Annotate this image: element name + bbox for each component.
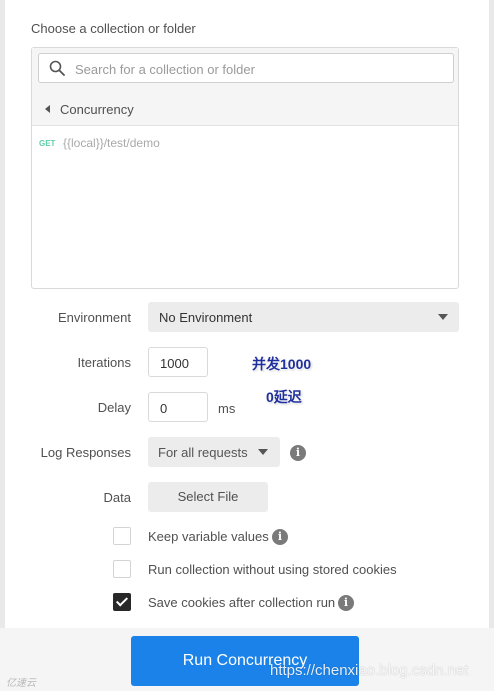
no-stored-cookies-checkbox[interactable] — [113, 560, 131, 578]
iterations-label: Iterations — [77, 355, 131, 370]
delay-label: Delay — [97, 400, 131, 415]
log-responses-label: Log Responses — [40, 445, 131, 460]
collection-search-area: Search for a collection or folder Concur… — [32, 48, 458, 126]
search-placeholder: Search for a collection or folder — [75, 62, 255, 77]
checkmark-icon — [115, 594, 129, 607]
folder-breadcrumb[interactable]: Concurrency — [45, 100, 134, 118]
window-frame-right — [489, 0, 494, 691]
save-cookies-checkbox[interactable] — [113, 593, 131, 611]
keep-variable-values-checkbox[interactable] — [113, 527, 131, 545]
keep-variable-values-label: Keep variable values — [148, 529, 269, 544]
delay-unit: ms — [218, 401, 236, 416]
watermark-logo: 亿速云 — [6, 678, 36, 689]
log-responses-value: For all requests — [158, 445, 248, 460]
iterations-input[interactable]: 1000 — [148, 347, 208, 377]
log-responses-select[interactable]: For all requests — [148, 437, 280, 467]
select-file-button[interactable]: Select File — [148, 482, 268, 512]
request-item[interactable]: GET {{local}}/test/demo — [39, 136, 160, 150]
delay-input[interactable]: 0 — [148, 392, 208, 422]
collection-search-input[interactable]: Search for a collection or folder — [38, 53, 454, 83]
caret-down-icon — [258, 449, 268, 455]
data-label: Data — [103, 490, 131, 505]
request-url: {{local}}/test/demo — [63, 136, 160, 150]
watermark-url: https://chenxiao.blog.csdn.net — [270, 662, 469, 679]
environment-label: Environment — [58, 310, 131, 325]
save-cookies-label: Save cookies after collection run — [148, 595, 336, 610]
caret-down-icon — [438, 314, 448, 320]
collection-label: Choose a collection or folder — [31, 21, 196, 36]
environment-value: No Environment — [159, 310, 253, 325]
environment-select[interactable]: No Environment — [148, 302, 459, 332]
log-responses-info-icon[interactable]: i — [290, 445, 306, 461]
back-arrow-icon[interactable] — [45, 105, 50, 113]
save-cookies-info-icon[interactable]: i — [338, 595, 354, 611]
no-stored-cookies-label: Run collection without using stored cook… — [148, 562, 397, 577]
request-method: GET — [39, 138, 56, 148]
iterations-value: 1000 — [160, 356, 189, 371]
collection-picker: Search for a collection or folder Concur… — [31, 47, 459, 289]
delay-annotation: 0延迟 — [266, 389, 302, 405]
keep-variable-values-info-icon[interactable]: i — [272, 529, 288, 545]
search-icon — [49, 60, 65, 76]
iterations-annotation: 并发1000 — [252, 356, 312, 372]
folder-name: Concurrency — [60, 101, 134, 117]
delay-value: 0 — [160, 401, 168, 416]
